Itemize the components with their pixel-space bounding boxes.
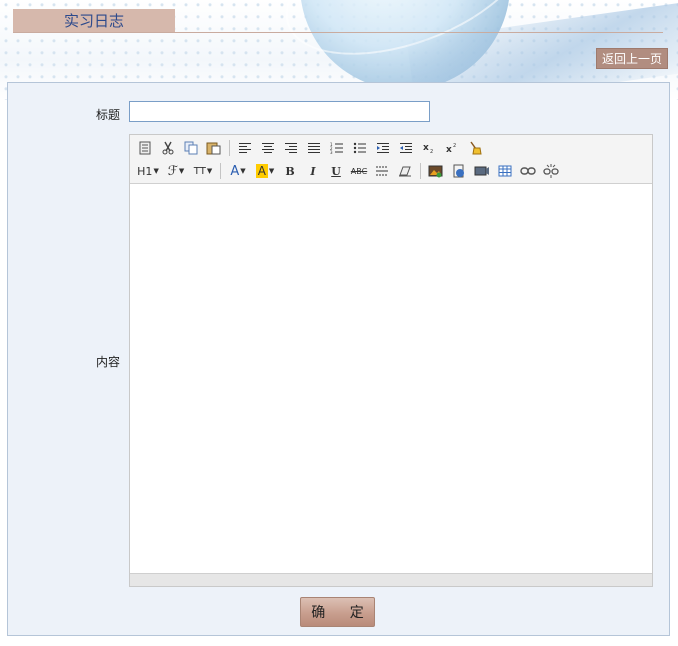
chevron-down-icon: ▼ [206,167,213,175]
page-title: 实习日志 [13,9,175,32]
unordered-list-icon[interactable] [351,139,369,157]
strikethrough-button[interactable]: ABC [350,162,368,180]
title-label: 标题 [95,108,120,122]
toolbar-separator [229,140,230,156]
unlink-icon[interactable] [542,162,560,180]
insert-image-icon[interactable] [427,162,445,180]
underline-icon: U [331,164,341,178]
outdent-icon[interactable] [397,139,415,157]
underline-button[interactable]: U [327,162,345,180]
font-color-icon: A [230,163,240,179]
editor-content-area[interactable] [130,184,652,571]
strikethrough-icon: ABC [350,166,368,176]
svg-text:2: 2 [430,149,433,154]
editor-toolbar: 123 x2 x2 H1 ▼ ℱ ▼ TT ▼ A ▼ A ▼ B I U AB… [130,135,652,184]
paste-word-icon[interactable] [136,139,154,157]
eraser-icon[interactable] [396,162,414,180]
align-center-icon[interactable] [259,139,277,157]
superscript-icon[interactable]: x2 [443,139,461,157]
svg-text:3: 3 [330,150,333,154]
font-family-icon: ℱ [167,163,178,179]
font-size-dropdown[interactable]: TT ▼ [192,162,214,180]
insert-link-icon[interactable] [519,162,537,180]
paste-icon[interactable] [205,139,223,157]
back-button[interactable]: 返回上一页 [596,48,668,69]
subscript-icon[interactable]: x2 [420,139,438,157]
horizontal-rule-icon[interactable] [373,162,391,180]
indent-icon[interactable] [374,139,392,157]
toolbar-separator [220,163,221,179]
insert-media-icon[interactable] [473,162,491,180]
align-left-icon[interactable] [236,139,254,157]
cut-icon[interactable] [159,139,177,157]
submit-button[interactable]: 确 定 [300,597,375,627]
svg-text:2: 2 [453,143,456,149]
chevron-down-icon: ▼ [240,167,246,175]
insert-flash-icon[interactable] [450,162,468,180]
toolbar-row-2: H1 ▼ ℱ ▼ TT ▼ A ▼ A ▼ B I U ABC [136,161,565,181]
content-label: 内容 [95,355,120,369]
toolbar-separator [420,163,421,179]
editor-resize-bar[interactable] [130,573,652,586]
copy-icon[interactable] [182,139,200,157]
chevron-down-icon: ▼ [153,167,159,175]
title-input[interactable] [129,101,430,122]
title-divider [13,32,663,33]
insert-table-icon[interactable] [496,162,514,180]
font-size-icon: TT [193,165,206,177]
highlight-color-icon: A [255,164,268,178]
chevron-down-icon: ▼ [178,167,185,175]
font-color-button[interactable]: A ▼ [227,162,249,180]
align-justify-icon[interactable] [305,139,323,157]
svg-text:x: x [423,143,429,153]
align-right-icon[interactable] [282,139,300,157]
rich-text-editor: 123 x2 x2 H1 ▼ ℱ ▼ TT ▼ A ▼ A ▼ B I U AB… [129,134,653,587]
bold-button[interactable]: B [281,162,299,180]
heading-dropdown[interactable]: H1 ▼ [136,162,160,180]
chevron-down-icon: ▼ [268,167,275,175]
font-family-dropdown[interactable]: ℱ ▼ [165,162,187,180]
heading-label: H1 [137,164,153,178]
clear-format-icon[interactable] [466,139,484,157]
highlight-color-button[interactable]: A ▼ [254,162,276,180]
bold-icon: B [285,164,295,178]
form-panel: 标题 内容 1 2 3 x 2 x 2 H1 ▼ ℱ ▼ TT ▼ A ▼ A … [7,82,670,636]
svg-text:x: x [446,145,452,154]
italic-icon: I [310,164,316,178]
ordered-list-icon[interactable]: 123 [328,139,346,157]
toolbar-row-1: 123 x2 x2 [136,138,489,158]
italic-button[interactable]: I [304,162,322,180]
